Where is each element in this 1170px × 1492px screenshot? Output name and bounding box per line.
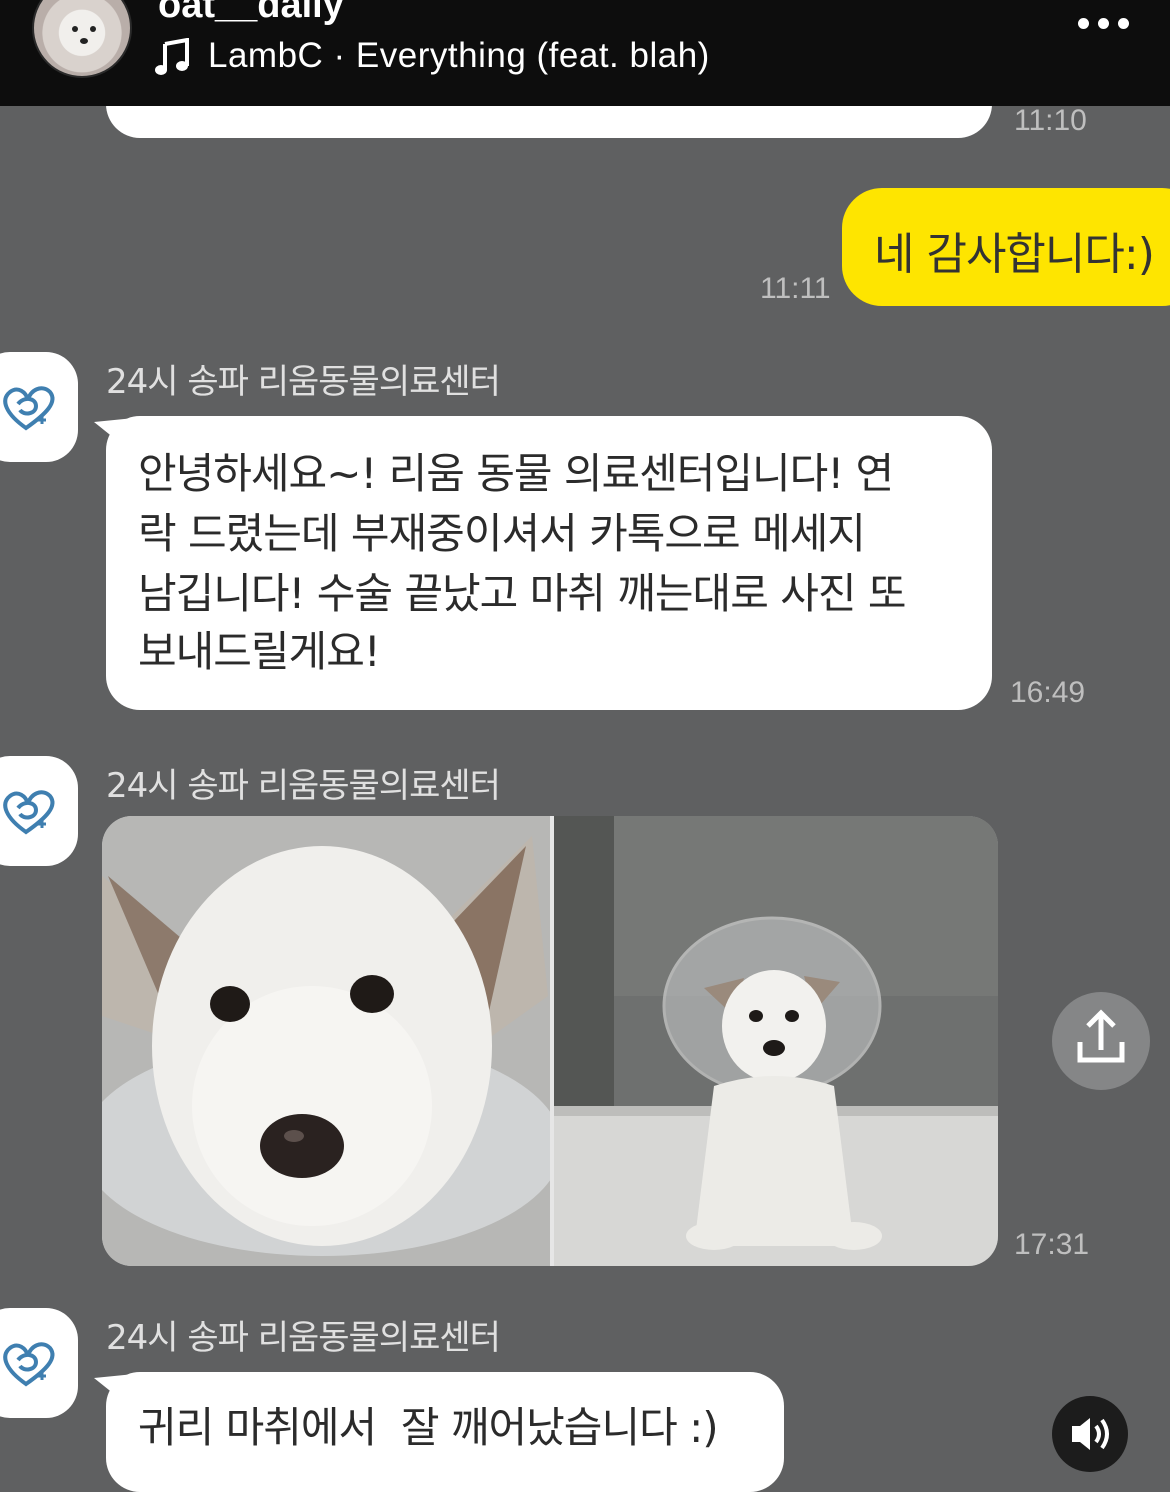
sound-button[interactable] xyxy=(1052,1396,1128,1472)
message-line: 락 드렸는데 부재중이셔서 카톡으로 메세지 xyxy=(138,509,866,558)
message-line: 보내드릴게요! xyxy=(138,627,381,676)
clinic-profile-picture[interactable] xyxy=(0,1308,78,1418)
sound-icon xyxy=(1072,1418,1109,1450)
sender-name: 24시 송파 리움동물의료센터 xyxy=(106,766,501,806)
sender-name: 24시 송파 리움동물의료센터 xyxy=(106,1318,501,1358)
clinic-logo-icon xyxy=(3,386,55,431)
clinic-logo-icon xyxy=(3,1342,55,1387)
share-button[interactable] xyxy=(1052,992,1150,1090)
clinic-profile-picture[interactable] xyxy=(0,352,78,462)
message-time: 11:10 xyxy=(1014,104,1087,137)
song-label[interactable]: LambC · Everything (feat. blah) xyxy=(208,36,710,76)
dog-sitting-photo[interactable] xyxy=(554,816,998,1266)
message-time: 16:49 xyxy=(1010,676,1086,709)
message-line: 남깁니다! 수술 끝났고 마취 깨는대로 사진 또 xyxy=(138,569,906,618)
sender-name: 24시 송파 리움동물의료센터 xyxy=(106,362,501,402)
music-note-icon xyxy=(155,38,189,75)
more-icon[interactable] xyxy=(1078,18,1130,32)
clinic-message-bubble: 귀리 마취에서 잘 깨어났습니다 :) xyxy=(106,1372,784,1492)
message-time: 17:31 xyxy=(1014,1228,1090,1261)
my-message-bubble: 네 감사합니다:) xyxy=(842,188,1170,306)
story-header: oat__daily LambC · Everything (feat. bla… xyxy=(0,0,1170,106)
dog-closeup-photo[interactable] xyxy=(102,816,550,1266)
avatar[interactable] xyxy=(32,0,132,78)
photo-attachment[interactable] xyxy=(102,816,998,1266)
message-time: 11:11 xyxy=(760,272,831,305)
message-text: 귀리 마취에서 잘 깨어났습니다 :) xyxy=(138,1403,719,1452)
share-icon xyxy=(1077,1009,1125,1063)
clinic-logo-icon xyxy=(3,790,55,835)
message-text: 네 감사합니다:) xyxy=(874,229,1155,280)
clinic-message-bubble: 안녕하세요~! 리움 동물 의료센터입니다! 연 락 드렸는데 부재중이셔서 카… xyxy=(106,416,992,710)
username[interactable]: oat__daily xyxy=(158,0,344,27)
clinic-profile-picture[interactable] xyxy=(0,756,78,866)
message-line: 안녕하세요~! 리움 동물 의료센터입니다! 연 xyxy=(138,449,894,498)
